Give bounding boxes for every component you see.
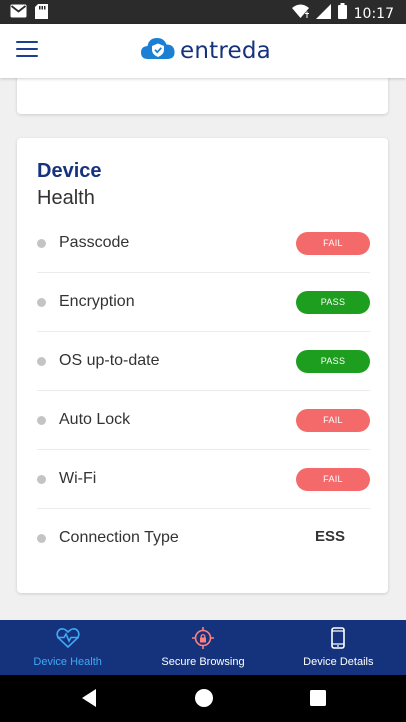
- status-badge: PASS: [296, 350, 370, 373]
- bullet-icon: [37, 298, 46, 307]
- battery-icon: [337, 3, 347, 24]
- tab-secure-browsing[interactable]: Secure Browsing: [135, 620, 270, 675]
- check-row-connection-type[interactable]: Connection Type ESS: [37, 509, 370, 568]
- bullet-icon: [37, 357, 46, 366]
- check-row-passcode[interactable]: Passcode FAIL: [37, 214, 370, 273]
- bottom-nav: Device Health Secure Browsing Device Det…: [0, 620, 406, 675]
- back-icon[interactable]: [81, 688, 97, 713]
- wifi-icon: [291, 4, 309, 23]
- home-icon[interactable]: [194, 688, 214, 713]
- tab-label: Secure Browsing: [161, 656, 245, 668]
- hamburger-menu-icon[interactable]: [16, 41, 38, 61]
- sd-card-icon: [35, 4, 48, 24]
- bullet-icon: [37, 239, 46, 248]
- status-badge: FAIL: [296, 468, 370, 491]
- brand-name: entreda: [180, 37, 271, 64]
- tab-device-health[interactable]: Device Health: [0, 620, 135, 675]
- status-badge: FAIL: [296, 409, 370, 432]
- status-badge: FAIL: [296, 232, 370, 255]
- app-header: entreda: [0, 24, 406, 78]
- status-bar: 10:17: [0, 0, 406, 24]
- system-nav-bar: [0, 675, 406, 722]
- card-title: Device: [37, 160, 102, 182]
- card-subtitle: Health: [37, 187, 95, 209]
- heart-pulse-icon: [55, 627, 80, 649]
- status-badge: PASS: [296, 291, 370, 314]
- bullet-icon: [37, 475, 46, 484]
- check-row-os-up-to-date[interactable]: OS up-to-date PASS: [37, 332, 370, 391]
- check-label: Encryption: [59, 293, 135, 310]
- check-label: Passcode: [59, 234, 130, 251]
- gmail-icon: [10, 4, 27, 24]
- previous-card: [17, 78, 388, 114]
- tab-label: Device Details: [303, 656, 374, 668]
- content-scroll-area[interactable]: Device Health Passcode FAIL Encryption P…: [0, 78, 406, 620]
- check-label: OS up-to-date: [59, 352, 160, 369]
- cloud-shield-logo: [140, 34, 176, 67]
- tab-label: Device Health: [33, 656, 102, 668]
- brand-logo: entreda: [140, 34, 271, 67]
- recents-icon[interactable]: [310, 690, 326, 711]
- tab-device-details[interactable]: Device Details: [271, 620, 406, 675]
- phone-icon: [331, 627, 346, 649]
- check-label: Wi-Fi: [59, 470, 97, 487]
- notification-icons: [10, 4, 48, 24]
- bullet-icon: [37, 416, 46, 425]
- connection-type-value: ESS: [314, 528, 345, 545]
- check-label: Auto Lock: [59, 411, 131, 428]
- signal-icon: [315, 3, 331, 24]
- check-label: Connection Type: [59, 529, 179, 546]
- bullet-icon: [37, 534, 46, 543]
- check-row-wifi[interactable]: Wi-Fi FAIL: [37, 450, 370, 509]
- device-health-card: Device Health Passcode FAIL Encryption P…: [17, 138, 388, 593]
- check-row-encryption[interactable]: Encryption PASS: [37, 273, 370, 332]
- clock: 10:17: [353, 5, 394, 22]
- check-row-auto-lock[interactable]: Auto Lock FAIL: [37, 391, 370, 450]
- lock-target-icon: [191, 627, 214, 649]
